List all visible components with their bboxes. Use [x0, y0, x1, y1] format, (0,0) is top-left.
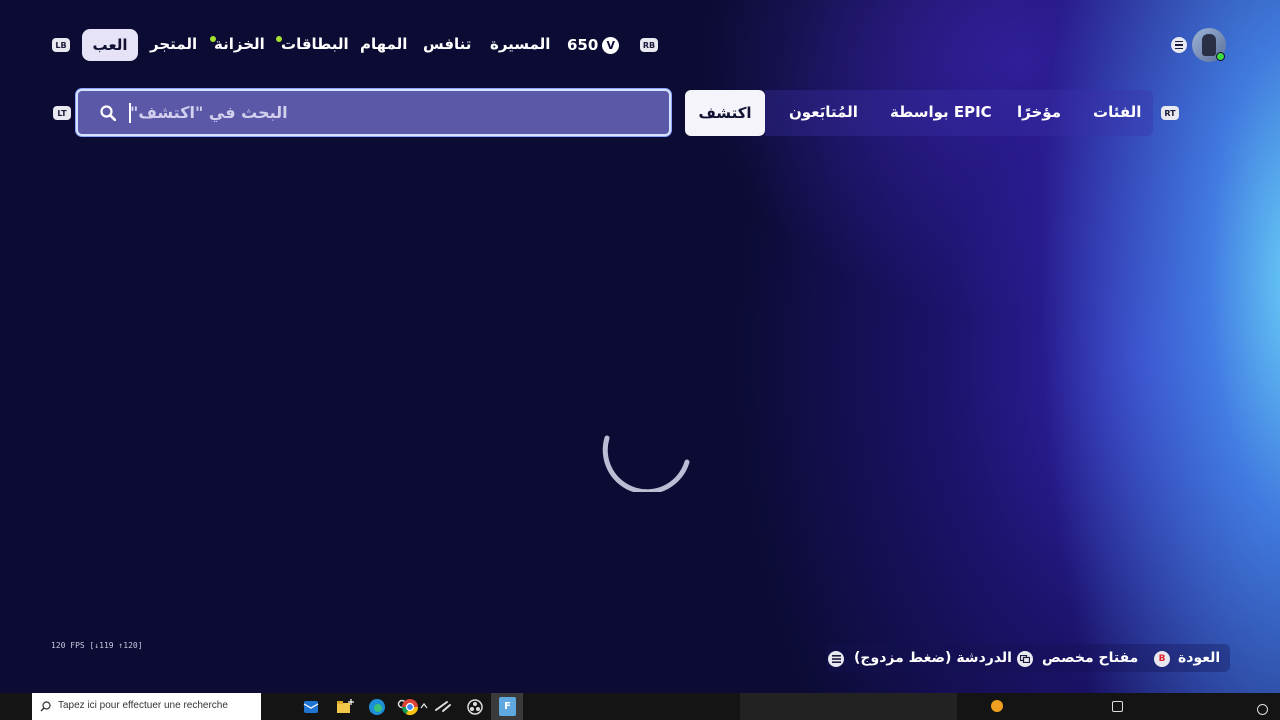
loading-spinner: [602, 435, 690, 492]
discover-tabs: المُتابَعون بواسطة EPIC مؤخرًا الفئات: [765, 90, 1153, 136]
tab-cards-label: البطاقات: [281, 35, 349, 53]
lb-key-hint: LB: [52, 38, 70, 52]
fps-counter: 120 FPS [↓119 ↑120]: [51, 641, 143, 650]
file-explorer-icon[interactable]: [336, 698, 354, 716]
custom-key-icon: [1017, 651, 1033, 667]
tray-app-icon[interactable]: [1112, 701, 1123, 712]
back-button-icon: B: [1154, 651, 1170, 667]
tab-locker-label: الخزانة: [214, 35, 265, 53]
rt-key-hint: RT: [1161, 106, 1179, 120]
vbucks-amount: 650: [567, 36, 599, 54]
outlook-icon[interactable]: [302, 698, 320, 716]
tab-locker[interactable]: الخزانة: [214, 35, 265, 53]
tab-categories[interactable]: الفئات: [1093, 103, 1141, 121]
vbucks-balance[interactable]: 650 V: [567, 36, 620, 54]
fortnite-icon[interactable]: F: [499, 697, 516, 716]
chrome-icon[interactable]: [401, 698, 419, 716]
vbucks-icon: V: [602, 36, 620, 54]
tab-recent[interactable]: مؤخرًا: [1017, 103, 1061, 121]
rb-key-hint: RB: [640, 38, 658, 52]
locker-notification-dot: [210, 36, 216, 42]
avatar-character-icon: [1202, 34, 1216, 56]
tab-discover[interactable]: اكتشف: [685, 90, 765, 136]
tab-followed[interactable]: المُتابَعون: [789, 103, 858, 121]
discover-search-input[interactable]: البحث في "اكتشف": [76, 89, 671, 136]
chat-hint[interactable]: الدردشة (ضغط مزدوج): [854, 650, 1012, 666]
edge-icon[interactable]: [368, 698, 386, 716]
button-hints-bar: الدردشة (ضغط مزدوج) مفتاح مخصص B العودة: [826, 644, 1230, 672]
online-status-icon: [1216, 52, 1225, 61]
top-navigation: LB العب المتجر الخزانة البطاقات المهام ت…: [52, 28, 1232, 62]
cards-notification-dot: [276, 36, 282, 42]
taskbar-middle-area: [740, 693, 957, 720]
tab-shop[interactable]: المتجر: [150, 35, 197, 53]
lt-key-hint: LT: [53, 106, 71, 120]
back-hint[interactable]: العودة: [1178, 650, 1220, 666]
search-icon: [100, 105, 116, 121]
obs-icon[interactable]: [466, 698, 484, 716]
windows-taskbar: Tapez ici pour effectuer une recherche F: [0, 693, 1280, 720]
tab-cards[interactable]: البطاقات: [281, 35, 349, 53]
search-placeholder: البحث في "اكتشف": [130, 103, 288, 122]
notification-icon[interactable]: [1257, 704, 1268, 715]
tab-play[interactable]: العب: [82, 29, 138, 61]
tab-compete[interactable]: تنافس: [423, 35, 471, 53]
windows-search-icon: [40, 701, 51, 712]
chat-icon: [828, 651, 844, 667]
tab-quests[interactable]: المهام: [360, 35, 407, 53]
windows-search-text: Tapez ici pour effectuer une recherche: [58, 700, 228, 711]
steam-icon[interactable]: [434, 698, 452, 716]
custom-key-hint[interactable]: مفتاح مخصص: [1042, 650, 1138, 666]
windows-search-box[interactable]: Tapez ici pour effectuer une recherche: [32, 693, 261, 720]
orange-app-icon[interactable]: [991, 700, 1003, 712]
tab-career[interactable]: المسيرة: [490, 35, 550, 53]
menu-icon[interactable]: [1171, 37, 1187, 53]
tab-by-epic[interactable]: بواسطة EPIC: [890, 103, 992, 121]
